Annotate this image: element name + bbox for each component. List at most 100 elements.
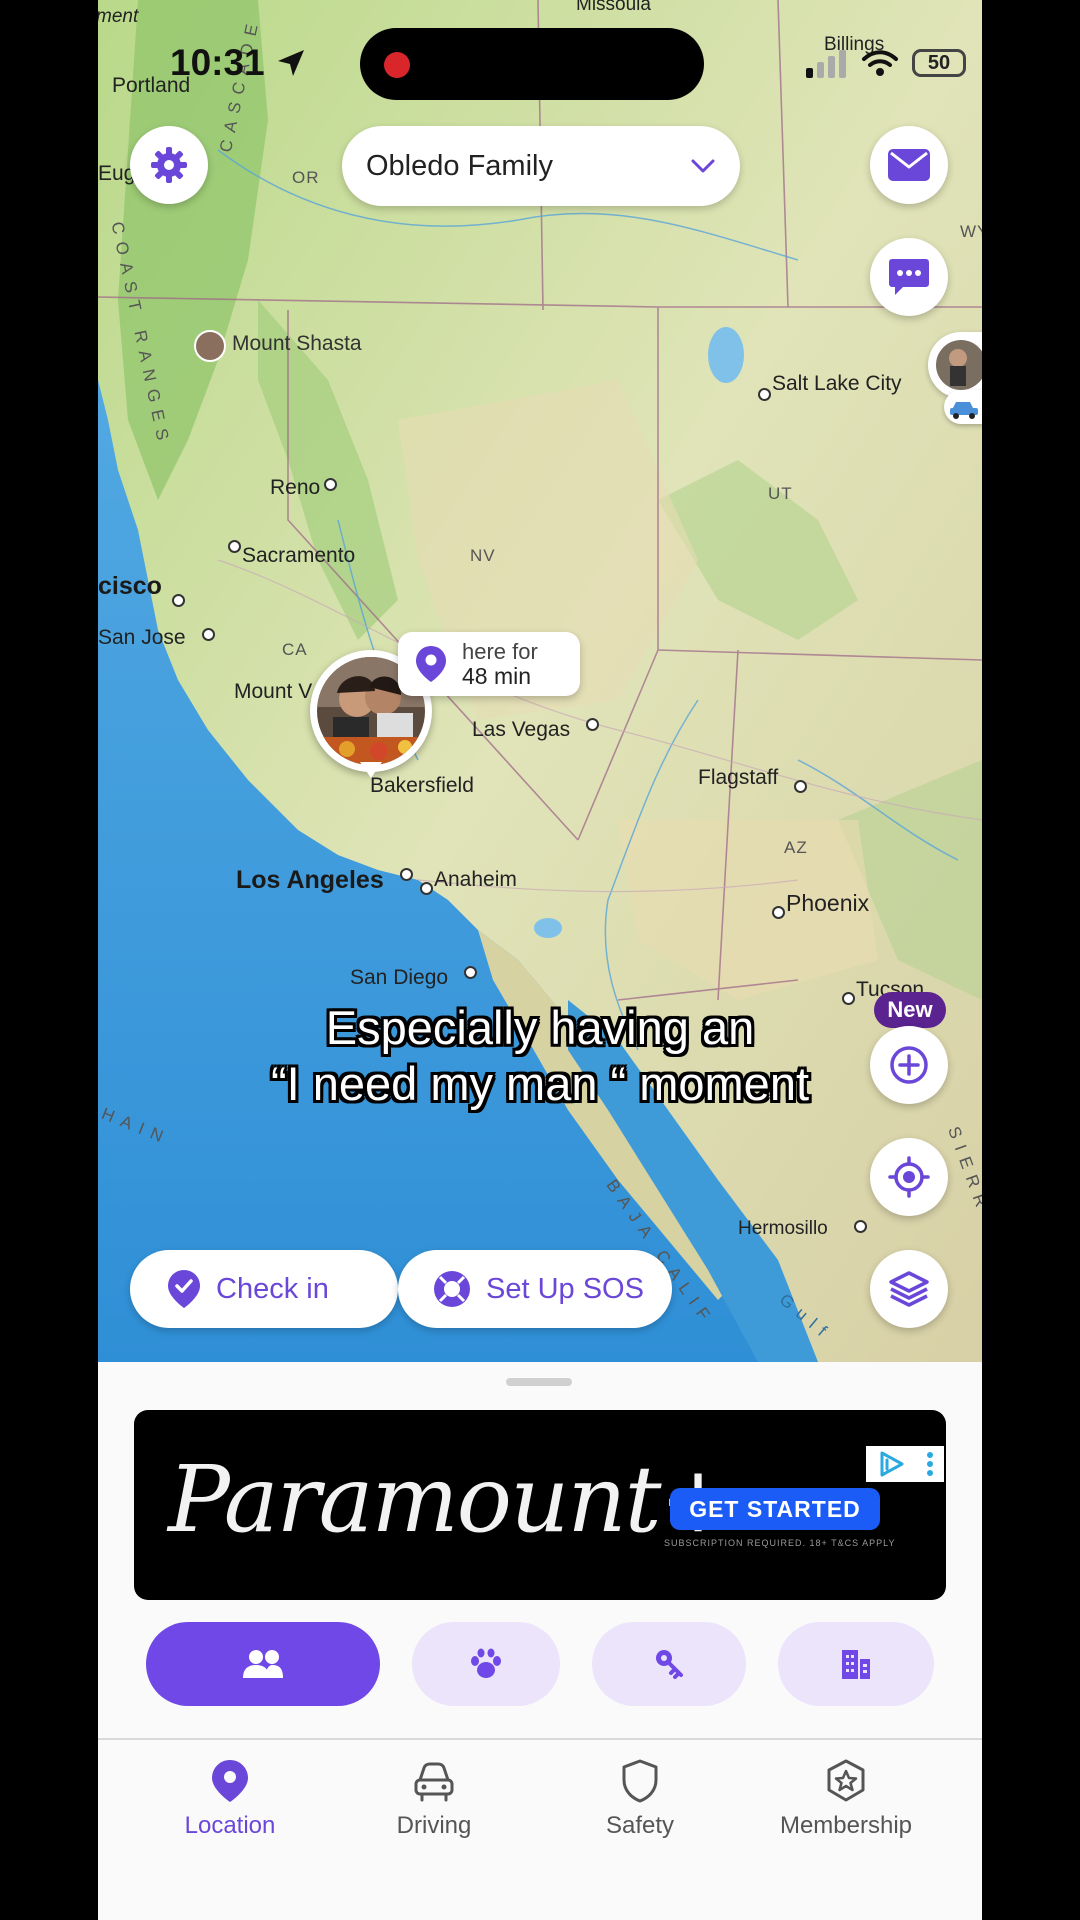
city-dot	[586, 718, 599, 731]
map-label-mount-shasta: Mount Shasta	[232, 332, 362, 355]
plus-circle-icon	[890, 1046, 928, 1084]
check-in-button[interactable]: Check in	[130, 1250, 398, 1328]
recording-indicator-icon	[384, 52, 410, 78]
battery-indicator: 50	[912, 49, 966, 77]
map-label-sacramento-top: ment	[98, 6, 139, 27]
car-icon	[944, 390, 982, 424]
map-label-san-francisco: cisco	[98, 572, 162, 600]
chat-button[interactable]	[870, 238, 948, 316]
map-label-phoenix: Phoenix	[786, 890, 870, 916]
city-dot	[400, 868, 413, 881]
nav-safety-label: Safety	[605, 1812, 675, 1839]
map-label-wy: WY	[960, 222, 982, 241]
video-caption: Especially having an “I need my man “ mo…	[98, 1000, 982, 1112]
map-label-san-diego: San Diego	[350, 966, 449, 989]
sos-label: Set Up SOS	[486, 1272, 644, 1305]
map-label-sacramento: Sacramento	[242, 544, 356, 567]
city-dot	[854, 1220, 867, 1233]
map-label-flagstaff: Flagstaff	[698, 766, 779, 789]
keys-icon	[656, 1650, 683, 1679]
ad-banner[interactable]: Paramount+ GET STARTED SUBSCRIPTION REQU…	[134, 1410, 946, 1600]
map-label-oregon: OR	[292, 168, 320, 187]
circle-name: Obledo Family	[366, 149, 553, 182]
chat-bubble-icon	[889, 259, 929, 295]
city-dot	[202, 628, 215, 641]
map-label-los-angeles: Los Angeles	[236, 866, 384, 894]
circle-selector[interactable]: Obledo Family	[342, 126, 740, 206]
nav-driving[interactable]: Driving	[344, 1758, 524, 1840]
nav-location[interactable]: Location	[140, 1758, 320, 1840]
nav-safety[interactable]: Safety	[550, 1758, 730, 1840]
add-button[interactable]	[870, 1026, 948, 1104]
set-up-sos-button[interactable]: Set Up SOS	[398, 1250, 672, 1328]
location-pin-icon	[416, 646, 446, 682]
signal-icon	[806, 50, 846, 78]
map-label-reno: Reno	[270, 476, 321, 499]
city-dot	[420, 882, 433, 895]
car-icon	[414, 1762, 454, 1802]
building-icon	[842, 1650, 870, 1679]
map-label-anaheim: Anaheim	[434, 868, 517, 891]
map-label-bakersfield: Bakersfield	[370, 774, 474, 797]
map-label-nv: NV	[470, 546, 496, 565]
map-label-san-jose: San Jose	[98, 626, 186, 649]
membership-star-icon	[827, 1759, 865, 1802]
duration-label: 48 min	[462, 663, 532, 689]
nav-membership[interactable]: Membership	[756, 1758, 936, 1840]
nav-driving-label: Driving	[396, 1812, 472, 1839]
dynamic-island	[360, 28, 704, 100]
city-dot	[772, 906, 785, 919]
tab-items[interactable]	[592, 1622, 746, 1706]
bottom-navigation: Location Driving Safety Membership	[98, 1738, 982, 1920]
people-icon	[243, 1650, 283, 1678]
app-screen: Missoula Billings ment Portland Eug OR W…	[98, 0, 982, 1920]
city-dot	[794, 780, 807, 793]
marker-pointer	[360, 762, 382, 778]
city-dot	[172, 594, 185, 607]
ad-fine-print: SUBSCRIPTION REQUIRED. 18+ T&CS APPLY	[664, 1538, 896, 1548]
more-options-icon	[926, 1452, 933, 1476]
ad-choices-icon	[880, 1451, 903, 1477]
city-dot	[758, 388, 771, 401]
ad-brand-logo: Paramount+	[168, 1446, 737, 1553]
city-dot	[228, 540, 241, 553]
gear-icon	[151, 147, 187, 183]
map-layers-button[interactable]	[870, 1250, 948, 1328]
new-badge: New	[874, 992, 946, 1028]
wifi-icon	[862, 50, 898, 76]
layers-icon	[889, 1271, 929, 1307]
tab-pets[interactable]	[412, 1622, 560, 1706]
map-label-hermosillo: Hermosillo	[738, 1218, 828, 1239]
settings-button[interactable]	[130, 126, 208, 204]
lifebuoy-icon	[434, 1271, 470, 1307]
location-pin-icon	[212, 1760, 248, 1802]
shield-icon	[622, 1759, 658, 1803]
ad-choices[interactable]	[866, 1446, 944, 1482]
location-arrow-icon	[278, 50, 304, 76]
nav-membership-label: Membership	[779, 1812, 913, 1839]
status-icons: 50	[804, 48, 966, 78]
map-label-az: AZ	[784, 838, 808, 857]
inbox-button[interactable]	[870, 126, 948, 204]
map-label-ut: UT	[768, 484, 793, 503]
map-label-missoula: Missoula	[576, 0, 651, 15]
tab-places[interactable]	[778, 1622, 934, 1706]
caption-line-2: “I need my man “ moment	[270, 1057, 810, 1110]
map-label-mount-whitney: Mount V	[234, 680, 313, 703]
check-in-pin-icon	[168, 1270, 200, 1308]
city-dot	[464, 966, 477, 979]
here-for-label: here for	[462, 639, 538, 664]
ad-get-started-button[interactable]: GET STARTED	[670, 1488, 880, 1530]
sheet-drag-handle[interactable]	[506, 1378, 572, 1386]
check-in-label: Check in	[216, 1272, 329, 1305]
map-label-las-vegas: Las Vegas	[472, 718, 571, 741]
city-dot	[324, 478, 337, 491]
status-time: 10:31	[170, 42, 265, 83]
nav-location-label: Location	[184, 1812, 276, 1839]
recenter-button[interactable]	[870, 1138, 948, 1216]
tab-people[interactable]	[146, 1622, 380, 1706]
paw-icon	[471, 1648, 501, 1678]
chevron-down-icon	[691, 159, 715, 173]
envelope-icon	[888, 149, 930, 181]
mountain-poi-icon	[194, 330, 226, 362]
